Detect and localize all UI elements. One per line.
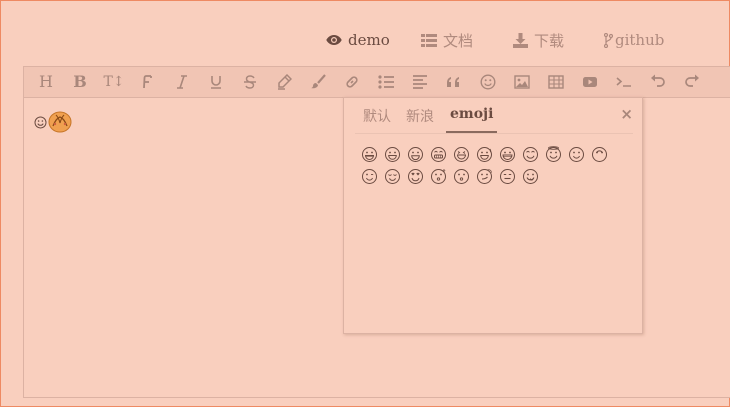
align-button[interactable] xyxy=(410,72,430,92)
code-button[interactable] xyxy=(614,72,634,92)
image-icon xyxy=(514,75,530,89)
nav-download[interactable]: 下载 xyxy=(513,29,564,51)
emoji-relieved-icon[interactable] xyxy=(384,168,401,185)
link-button[interactable] xyxy=(342,72,362,92)
emoji-yum-icon[interactable] xyxy=(522,168,539,185)
emoji-dialog: × 默认 新浪 emoji xyxy=(343,97,643,334)
emoji-grid xyxy=(361,146,621,185)
emoji-sweat-smile-icon[interactable] xyxy=(476,146,493,163)
quote-icon xyxy=(447,77,459,87)
text-size-button[interactable]: T↕ xyxy=(103,72,125,92)
redo-button[interactable] xyxy=(682,72,702,92)
eye-icon xyxy=(326,34,342,46)
inserted-emojis xyxy=(34,109,72,137)
undo-button[interactable] xyxy=(648,72,668,92)
highlight-button[interactable] xyxy=(274,72,294,92)
strikethrough-button[interactable] xyxy=(240,72,260,92)
image-button[interactable] xyxy=(512,72,532,92)
table-icon xyxy=(548,75,564,89)
tab-default[interactable]: 默认 xyxy=(363,106,391,132)
list-button[interactable] xyxy=(376,72,396,92)
branch-icon xyxy=(604,32,613,48)
emoji-joy-icon[interactable] xyxy=(499,146,516,163)
nav-github[interactable]: github xyxy=(604,29,664,51)
emoji-expressionless-icon[interactable] xyxy=(499,168,516,185)
link-icon xyxy=(346,76,358,88)
emoji-smile-icon[interactable] xyxy=(407,146,424,163)
editor-toolbar: H B T↕ xyxy=(24,67,730,98)
nav-demo-label: demo xyxy=(348,31,390,49)
nav-download-label: 下载 xyxy=(534,31,565,50)
brush-icon xyxy=(311,74,326,89)
table-button[interactable] xyxy=(546,72,566,92)
video-icon xyxy=(583,77,597,87)
font-icon xyxy=(143,75,152,89)
emoji-kissing-icon[interactable] xyxy=(453,168,470,185)
emoji-smiley-icon[interactable] xyxy=(384,146,401,163)
italic-button[interactable] xyxy=(172,72,192,92)
terminal-icon xyxy=(616,77,631,87)
emoji-blush-icon[interactable] xyxy=(522,146,539,163)
emoji-innocent-icon[interactable] xyxy=(545,146,562,163)
tab-emoji[interactable]: emoji xyxy=(446,106,498,133)
video-button[interactable] xyxy=(580,72,600,92)
quote-button[interactable] xyxy=(444,72,464,92)
emoji-tabs: 默认 新浪 emoji xyxy=(355,106,633,134)
emoji-button[interactable] xyxy=(478,72,498,92)
heading-icon: H xyxy=(39,72,53,91)
emoji-kissing-heart-icon[interactable] xyxy=(430,168,447,185)
nav-github-label: github xyxy=(615,31,665,49)
undo-icon xyxy=(651,74,665,87)
nav-demo[interactable]: demo xyxy=(326,29,390,51)
emoji-wink-icon[interactable] xyxy=(361,168,378,185)
highlight-icon xyxy=(278,74,292,90)
text-size-icon: T↕ xyxy=(103,74,125,90)
emoji-smirk-icon[interactable] xyxy=(476,168,493,185)
download-icon xyxy=(513,32,528,48)
smile-icon xyxy=(480,74,496,90)
list-icon xyxy=(421,33,437,47)
smiley-emoji-icon xyxy=(34,114,47,133)
font-button[interactable] xyxy=(138,72,158,92)
strikethrough-icon xyxy=(244,75,256,89)
underline-button[interactable] xyxy=(206,72,226,92)
nav-docs[interactable]: 文档 xyxy=(421,29,473,51)
list-icon xyxy=(378,75,394,89)
bold-icon: B xyxy=(73,72,87,91)
emoji-heart-eyes-icon[interactable] xyxy=(407,168,424,185)
emoji-slightly-smiling-icon[interactable] xyxy=(568,146,585,163)
emoji-grinning-icon[interactable] xyxy=(361,146,378,163)
align-left-icon xyxy=(413,75,427,89)
redo-icon xyxy=(685,74,699,87)
emoji-laughing-icon[interactable] xyxy=(453,146,470,163)
bun-emoji-icon xyxy=(48,109,72,137)
italic-icon xyxy=(177,75,187,89)
brush-button[interactable] xyxy=(308,72,328,92)
tab-sina[interactable]: 新浪 xyxy=(406,106,434,132)
nav-docs-label: 文档 xyxy=(443,31,474,50)
bold-button[interactable]: B xyxy=(70,72,90,92)
heading-button[interactable]: H xyxy=(36,72,56,92)
emoji-grin-icon[interactable] xyxy=(430,146,447,163)
underline-icon xyxy=(211,76,221,89)
emoji-upside-down-icon[interactable] xyxy=(591,146,608,163)
